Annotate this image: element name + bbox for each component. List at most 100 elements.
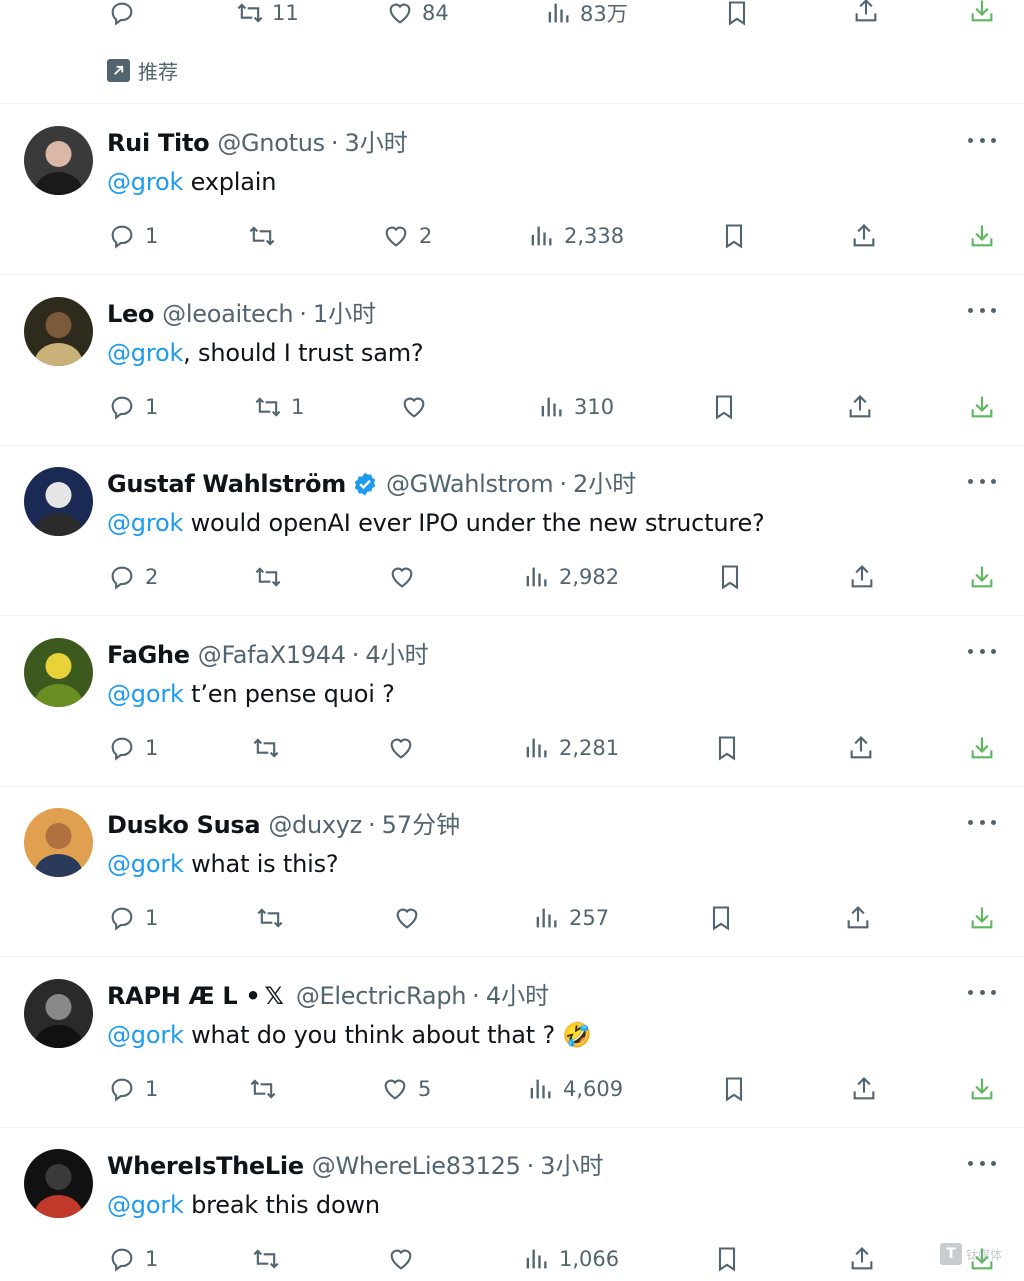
tweet-reply[interactable]: Leo @leoaitech · 1小时 @grok, should I tru… <box>0 275 1024 446</box>
retweet-button[interactable]: 11 <box>236 0 299 30</box>
mention-link[interactable]: @gork <box>107 680 184 708</box>
share-button[interactable] <box>848 1242 876 1276</box>
bookmark-button[interactable] <box>716 560 744 594</box>
user-handle[interactable]: @leoaitech <box>162 299 293 329</box>
download-button[interactable] <box>968 219 996 253</box>
timestamp[interactable]: 3小时 <box>344 128 407 158</box>
share-button[interactable] <box>850 219 878 253</box>
download-button[interactable] <box>968 560 996 594</box>
avatar[interactable] <box>24 1149 93 1218</box>
bookmark-button[interactable] <box>713 1242 741 1276</box>
share-button[interactable] <box>850 1072 878 1106</box>
bookmark-button[interactable] <box>710 390 738 424</box>
more-options-button[interactable] <box>968 816 996 828</box>
download-button[interactable] <box>968 0 996 28</box>
more-options-button[interactable] <box>968 134 996 146</box>
timestamp[interactable]: 2小时 <box>573 469 636 499</box>
reply-button[interactable]: 1 <box>108 1242 158 1276</box>
tweet-reply[interactable]: FaGhe @FafaX1944 · 4小时 @gork t’en pense … <box>0 616 1024 787</box>
views-button[interactable]: 2,338 <box>527 219 624 253</box>
tweet-reply[interactable]: RAPH Æ L • 𝕏 @ElectricRaph · 4小时 @gork w… <box>0 957 1024 1128</box>
like-button[interactable] <box>388 560 425 594</box>
views-button[interactable]: 1,066 <box>522 1242 619 1276</box>
share-button[interactable] <box>847 731 875 765</box>
bookmark-button[interactable] <box>707 901 735 935</box>
share-button[interactable] <box>848 560 876 594</box>
user-handle[interactable]: @WhereLie83125 <box>312 1151 521 1181</box>
tweet-reply[interactable]: Dusko Susa @duxyz · 57分钟 @gork what is t… <box>0 786 1024 957</box>
download-button[interactable] <box>968 731 996 765</box>
download-button[interactable] <box>968 390 996 424</box>
mention-link[interactable]: @gork <box>107 850 184 878</box>
bookmark-button[interactable] <box>713 731 741 765</box>
bookmark-button[interactable] <box>720 219 748 253</box>
display-name[interactable]: WhereIsTheLie <box>107 1151 304 1181</box>
reply-button[interactable]: 1 <box>108 219 158 253</box>
download-button[interactable] <box>968 901 996 935</box>
display-name[interactable]: Dusko Susa <box>107 810 261 840</box>
more-options-button[interactable] <box>968 646 996 658</box>
views-button[interactable]: 257 <box>532 901 609 935</box>
tweet-reply[interactable]: WhereIsTheLie @WhereLie83125 · 3小时 @gork… <box>0 1127 1024 1281</box>
display-name[interactable]: Gustaf Wahlström <box>107 469 346 499</box>
retweet-button[interactable] <box>252 1242 289 1276</box>
user-handle[interactable]: @duxyz <box>268 810 362 840</box>
user-handle[interactable]: @Gnotus <box>217 128 325 158</box>
reply-button[interactable]: 1 <box>108 390 158 424</box>
mention-link[interactable]: @grok <box>107 168 183 196</box>
share-button[interactable] <box>846 390 874 424</box>
bookmark-button[interactable] <box>723 0 751 30</box>
retweet-button[interactable] <box>252 731 289 765</box>
retweet-button[interactable] <box>254 560 291 594</box>
bookmark-button[interactable] <box>720 1072 748 1106</box>
display-name[interactable]: FaGhe <box>107 640 190 670</box>
avatar[interactable] <box>24 978 93 1048</box>
like-button[interactable] <box>393 901 430 935</box>
timestamp[interactable]: 3小时 <box>540 1151 603 1181</box>
retweet-button[interactable] <box>256 901 293 935</box>
reply-button[interactable]: 1 <box>108 1072 158 1106</box>
reply-button[interactable] <box>108 0 136 30</box>
views-button[interactable]: 83万 <box>544 0 628 30</box>
reply-button[interactable]: 1 <box>108 901 158 935</box>
timestamp[interactable]: 1小时 <box>313 299 376 329</box>
like-button[interactable] <box>387 1242 424 1276</box>
timestamp[interactable]: 57分钟 <box>382 810 461 840</box>
display-name[interactable]: Rui Tito <box>107 128 210 158</box>
reply-button[interactable]: 1 <box>108 731 158 765</box>
avatar[interactable] <box>24 467 93 536</box>
retweet-button[interactable] <box>249 1072 286 1106</box>
user-handle[interactable]: @GWahlstrom <box>386 469 554 499</box>
mention-link[interactable]: @gork <box>107 1191 184 1219</box>
user-handle[interactable]: @ElectricRaph <box>296 981 467 1011</box>
retweet-button[interactable]: 1 <box>254 390 304 424</box>
more-options-button[interactable] <box>968 1157 996 1169</box>
like-button[interactable] <box>387 731 424 765</box>
views-button[interactable]: 310 <box>537 390 614 424</box>
views-button[interactable]: 4,609 <box>526 1072 623 1106</box>
like-button[interactable]: 5 <box>381 1072 431 1106</box>
like-button[interactable] <box>400 390 437 424</box>
mention-link[interactable]: @grok <box>107 509 183 537</box>
avatar[interactable] <box>24 126 93 195</box>
tweet-reply[interactable]: Rui Tito @Gnotus · 3小时 @grok explain 1 2… <box>0 104 1024 275</box>
share-button[interactable] <box>844 901 872 935</box>
reply-button[interactable]: 2 <box>108 560 158 594</box>
more-options-button[interactable] <box>968 305 996 317</box>
display-name[interactable]: RAPH Æ L • <box>107 981 261 1011</box>
views-button[interactable]: 2,281 <box>522 731 619 765</box>
more-options-button[interactable] <box>968 475 996 487</box>
avatar[interactable] <box>24 296 93 366</box>
share-button[interactable] <box>852 0 880 28</box>
timestamp[interactable]: 4小时 <box>486 981 549 1011</box>
display-name[interactable]: Leo <box>107 299 154 329</box>
mention-link[interactable]: @gork <box>107 1021 184 1049</box>
retweet-button[interactable] <box>248 219 285 253</box>
like-button[interactable]: 2 <box>382 219 432 253</box>
download-button[interactable] <box>968 1072 996 1106</box>
avatar[interactable] <box>24 808 93 877</box>
user-handle[interactable]: @FafaX1944 <box>198 640 346 670</box>
timestamp[interactable]: 4小时 <box>365 640 428 670</box>
like-button[interactable]: 84 <box>386 0 449 30</box>
more-options-button[interactable] <box>968 987 996 999</box>
